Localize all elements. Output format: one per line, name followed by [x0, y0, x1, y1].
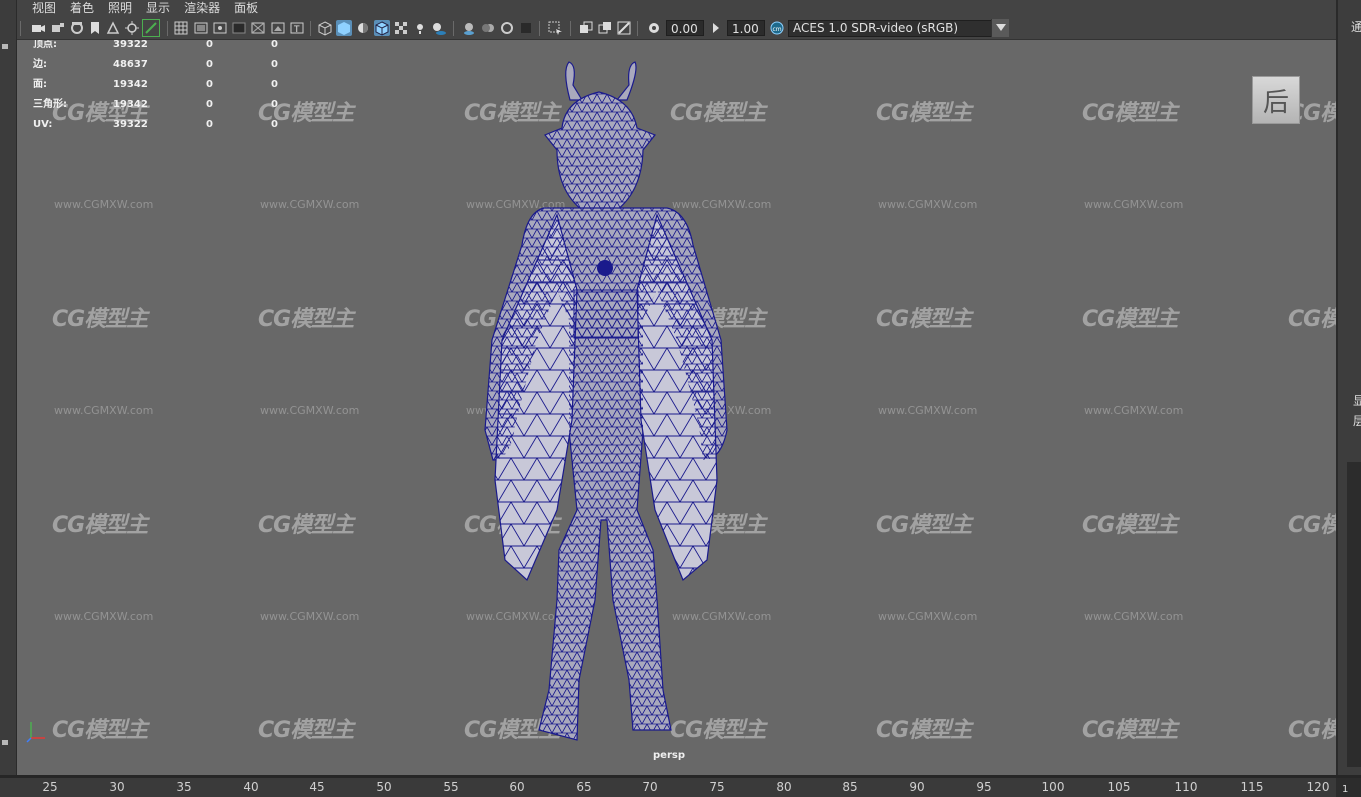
xray-joints-icon[interactable] [616, 20, 632, 36]
left-toolbox-edge [0, 0, 17, 775]
isolate-select-icon[interactable] [547, 20, 563, 36]
timeline-tick-label: 80 [776, 780, 792, 794]
safe-action-icon[interactable] [270, 20, 286, 36]
gamma-field[interactable]: 1.00 [727, 20, 765, 36]
2d-pan-zoom-icon[interactable] [124, 20, 140, 36]
right-panel-tab-top[interactable]: 通 [1351, 18, 1361, 35]
textured-icon[interactable] [393, 20, 409, 36]
exposure-icon[interactable] [646, 20, 662, 36]
wireframe-icon[interactable] [317, 20, 333, 36]
timeline-tick-label: 120 [1306, 780, 1330, 794]
svg-text:cm: cm [773, 26, 782, 33]
bookmark-camera-icon[interactable] [69, 20, 85, 36]
field-chart-icon[interactable] [250, 20, 266, 36]
menu-show[interactable]: 显示 [139, 0, 177, 17]
timeline-tick-label: 90 [909, 780, 925, 794]
menu-renderer[interactable]: 渲染器 [177, 0, 227, 17]
timeline-tick-label: 25 [42, 780, 58, 794]
time-slider[interactable]: 25 30 35 40 45 50 55 60 65 70 75 80 85 9… [0, 775, 1361, 797]
right-panel-tab-layer[interactable]: 层 [1353, 412, 1361, 429]
camera-attributes-icon[interactable] [50, 20, 66, 36]
character-wireframe-mesh[interactable] [17, 40, 1336, 775]
perspective-viewport[interactable]: CG模型主 CG模型主 CG模型主 CG模型主 CG模型主 CG模型主 CG模型… [17, 40, 1336, 775]
safe-title-icon[interactable]: T [289, 20, 305, 36]
select-camera-icon[interactable] [30, 20, 46, 36]
color-space-dropdown[interactable]: ACES 1.0 SDR-video (sRGB) [788, 20, 1008, 37]
menu-view[interactable]: 视图 [25, 0, 63, 17]
xray-active-components-icon[interactable] [597, 20, 613, 36]
right-side-panel: 通 显 层 [1336, 0, 1361, 775]
gamma-icon[interactable] [708, 20, 724, 36]
shelf-handle-bottom[interactable] [2, 740, 8, 745]
timeline-tick-label: 30 [109, 780, 125, 794]
timeline-tick-label: 70 [642, 780, 658, 794]
timeline-tick-label: 95 [976, 780, 992, 794]
timeline-tick-label: 35 [176, 780, 192, 794]
current-frame-field[interactable]: 1 [1336, 778, 1361, 797]
timeline-tick-label: 110 [1174, 780, 1198, 794]
svg-text:T: T [293, 25, 300, 35]
film-gate-icon[interactable] [193, 20, 209, 36]
timeline-tick-label: 115 [1240, 780, 1264, 794]
timeline-tick-label: 105 [1107, 780, 1131, 794]
timeline-tick-label: 55 [443, 780, 459, 794]
view-cube[interactable]: 后 [1252, 76, 1300, 124]
timeline-tick-label: 75 [709, 780, 725, 794]
resolution-gate-icon[interactable] [212, 20, 228, 36]
menu-panels[interactable]: 面板 [227, 0, 265, 17]
menu-shading[interactable]: 着色 [63, 0, 101, 17]
timeline-tick-label: 45 [309, 780, 325, 794]
wireframe-on-shaded-icon[interactable] [374, 20, 390, 36]
timeline-tick-label: 60 [509, 780, 525, 794]
axis-gizmo-icon [26, 722, 45, 743]
smooth-shade-icon[interactable] [336, 20, 352, 36]
chevron-down-icon[interactable] [991, 19, 1009, 37]
shadows-icon[interactable] [431, 20, 447, 36]
image-plane-icon[interactable] [105, 20, 121, 36]
default-material-icon[interactable] [355, 20, 371, 36]
timeline-tick-label: 65 [576, 780, 592, 794]
grease-pencil-icon[interactable] [142, 19, 160, 37]
depth-of-field-icon[interactable] [518, 20, 534, 36]
exposure-field[interactable]: 0.00 [666, 20, 704, 36]
grid-icon[interactable] [173, 20, 189, 36]
timeline-tick-label: 85 [842, 780, 858, 794]
panel-toolbar: T 0.00 1.00 cm ACES 1.0 SDR-video (sRGB) [17, 17, 1336, 40]
timeline-tick-label: 100 [1041, 780, 1065, 794]
panel-menubar: 视图 着色 照明 显示 渲染器 面板 [17, 0, 1336, 17]
use-all-lights-icon[interactable] [412, 20, 428, 36]
menu-lighting[interactable]: 照明 [101, 0, 139, 17]
layer-list-area [1347, 462, 1361, 767]
camera-name-label: persp [653, 750, 685, 761]
gate-mask-icon[interactable] [231, 20, 247, 36]
shelf-handle[interactable] [2, 44, 8, 49]
color-management-icon[interactable]: cm [769, 20, 785, 36]
right-panel-tab-display[interactable]: 显 [1353, 392, 1361, 409]
screen-space-ao-icon[interactable] [461, 20, 477, 36]
anti-aliasing-icon[interactable] [499, 20, 515, 36]
timeline-tick-label: 40 [243, 780, 259, 794]
timeline-tick-label: 50 [376, 780, 392, 794]
bookmark-icon[interactable] [87, 20, 103, 36]
xray-icon[interactable] [578, 20, 594, 36]
motion-blur-icon[interactable] [480, 20, 496, 36]
